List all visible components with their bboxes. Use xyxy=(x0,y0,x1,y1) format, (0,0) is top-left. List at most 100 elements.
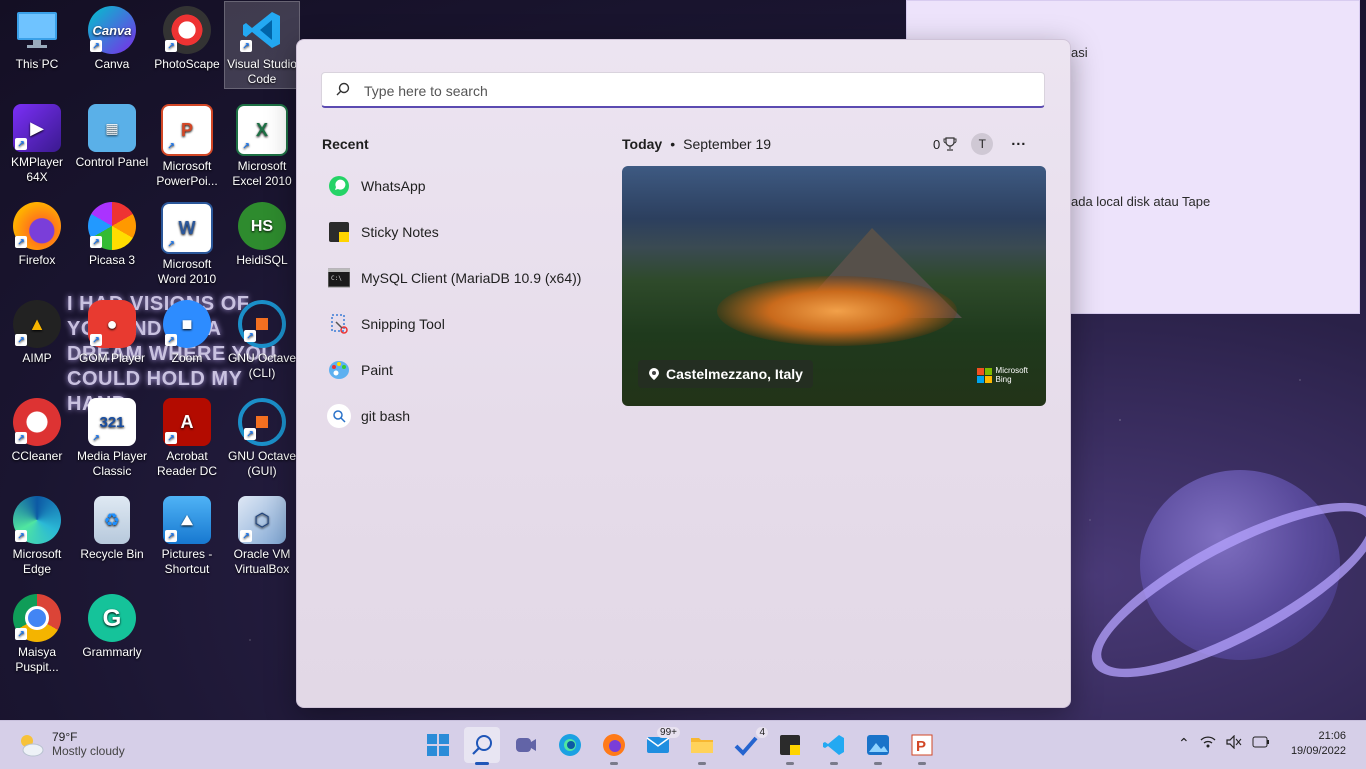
weather-description: Mostly cloudy xyxy=(52,744,125,758)
desktop-icon-gom-player[interactable]: ● ↗ GOM Player xyxy=(75,296,149,366)
search-input[interactable] xyxy=(362,73,1026,109)
partly-cloudy-icon xyxy=(21,735,44,757)
desktop-icon-this-pc[interactable]: This PC xyxy=(0,2,74,72)
word-icon: W ↗ xyxy=(161,202,213,254)
desktop-icon-media-player-classic[interactable]: 321 ↗ Media Player Classic xyxy=(75,394,149,479)
location-chip[interactable]: Castelmezzano, Italy xyxy=(638,360,813,388)
microsoft-logo-icon xyxy=(976,367,992,383)
edge-icon xyxy=(559,734,581,756)
user-avatar[interactable]: T xyxy=(971,133,994,155)
desktop-icon-pictures-shortcut[interactable]: ⛰ ↗ Pictures - Shortcut xyxy=(150,492,224,577)
desktop-icon-firefox[interactable]: ↗ Firefox xyxy=(0,198,74,268)
pictures-folder-icon: ⛰ ↗ xyxy=(163,496,211,544)
desktop-icon-chrome-profile[interactable]: ↗ Maisya Puspit... xyxy=(0,590,74,675)
rewards-points[interactable]: 0 xyxy=(933,137,957,152)
clock-date: 19/09/2022 xyxy=(1290,745,1346,757)
taskbar-file-explorer[interactable] xyxy=(684,727,720,765)
desktop-icon-virtualbox[interactable]: ⬡ ↗ Oracle VM VirtualBox xyxy=(225,492,299,577)
terminal-icon: C:\ xyxy=(327,266,351,290)
recent-item-git-bash[interactable]: git bash xyxy=(327,398,597,434)
recent-item-whatsapp[interactable]: WhatsApp xyxy=(327,168,597,204)
desktop-icon-photoscape[interactable]: ↗ PhotoScape xyxy=(150,2,224,72)
desktop-icon-aimp[interactable]: ▲ ↗ AIMP xyxy=(0,296,74,366)
taskbar-vscode[interactable] xyxy=(816,727,852,765)
taskbar-teams-chat[interactable] xyxy=(508,727,544,763)
volume-muted-icon[interactable] xyxy=(1226,734,1242,752)
desktop-icon-recycle-bin[interactable]: ♻ Recycle Bin xyxy=(75,492,149,562)
taskbar-todo[interactable]: 4 xyxy=(728,727,768,763)
clock-time: 21:06 xyxy=(1318,730,1346,742)
recent-heading: Recent xyxy=(322,136,369,152)
search-result-icon xyxy=(327,404,351,428)
desktop-icon-control-panel[interactable]: ▦ Control Panel xyxy=(75,100,149,170)
search-box[interactable] xyxy=(321,72,1045,109)
aimp-icon: ▲ ↗ xyxy=(13,300,61,348)
desktop-icon-octave-cli[interactable]: ↗ GNU Octave (CLI) xyxy=(225,296,299,381)
photoscape-icon: ↗ xyxy=(163,6,211,54)
start-button[interactable] xyxy=(420,727,456,763)
desktop-icon-picasa[interactable]: ↗ Picasa 3 xyxy=(75,198,149,268)
today-date: September 19 xyxy=(683,136,772,152)
desktop-icon-word[interactable]: W ↗ Microsoft Word 2010 xyxy=(150,198,224,287)
location-pin-icon xyxy=(649,368,659,380)
svg-text:C:\: C:\ xyxy=(331,275,342,282)
vscode-icon xyxy=(823,735,844,755)
chrome-icon: ↗ xyxy=(13,594,61,642)
more-options-button[interactable]: ··· xyxy=(1011,136,1026,153)
taskbar-powerpoint[interactable]: P xyxy=(904,727,940,765)
taskbar-sticky-notes[interactable] xyxy=(772,727,808,765)
taskbar-photos[interactable] xyxy=(860,727,896,765)
microsoft-bing-logo: Microsoft Bing xyxy=(976,366,1028,384)
desktop-icon-heidisql[interactable]: HS HeidiSQL xyxy=(225,198,299,268)
today-actions: 0 T ··· xyxy=(933,133,1026,155)
firefox-icon xyxy=(603,734,625,756)
taskbar-mail[interactable]: 99+ xyxy=(640,727,680,763)
taskbar-firefox[interactable] xyxy=(596,727,632,765)
octave-icon: ↗ xyxy=(238,398,286,446)
desktop-icon-acrobat[interactable]: A ↗ Acrobat Reader DC xyxy=(150,394,224,479)
desktop-icon-ccleaner[interactable]: ↗ CCleaner xyxy=(0,394,74,464)
desktop-icon-zoom[interactable]: ■ ↗ Zoom xyxy=(150,296,224,366)
desktop-icon-edge[interactable]: ↗ Microsoft Edge xyxy=(0,492,74,577)
search-icon xyxy=(472,735,492,755)
desktop-icon-grammarly[interactable]: G Grammarly xyxy=(75,590,149,660)
desktop-icon-canva[interactable]: Canva ↗ Canva xyxy=(75,2,149,72)
todo-badge: 4 xyxy=(756,727,768,738)
mpc-icon: 321 ↗ xyxy=(88,398,136,446)
octave-icon: ↗ xyxy=(238,300,286,348)
bing-daily-image[interactable]: Castelmezzano, Italy Microsoft Bing xyxy=(622,166,1046,406)
desktop-icon-powerpoint[interactable]: P ↗ Microsoft PowerPoi... xyxy=(150,100,224,189)
checkmark-icon xyxy=(734,736,758,756)
search-panel: Recent WhatsApp Sticky Notes C:\ MySQL C… xyxy=(296,39,1071,708)
taskbar-edge[interactable] xyxy=(552,727,588,763)
battery-icon[interactable] xyxy=(1252,736,1270,751)
svg-text:P: P xyxy=(916,738,926,755)
acrobat-icon: A ↗ xyxy=(163,398,211,446)
chat-camera-icon xyxy=(516,738,536,752)
sticky-note-line-1: asi xyxy=(1071,45,1088,60)
recent-item-snipping-tool[interactable]: Snipping Tool xyxy=(327,306,597,342)
gom-player-icon: ● ↗ xyxy=(88,300,136,348)
windows-logo-icon xyxy=(427,734,449,756)
desktop-icon-octave-gui[interactable]: ↗ GNU Octave (GUI) xyxy=(225,394,299,479)
vscode-icon: ↗ xyxy=(238,6,286,54)
recent-item-mysql-client[interactable]: C:\ MySQL Client (MariaDB 10.9 (x64)) xyxy=(327,260,597,296)
taskbar: 79°F Mostly cloudy 99+ 4 P ⌃ 21:06 19/09/… xyxy=(0,720,1366,769)
ccleaner-icon: ↗ xyxy=(13,398,61,446)
mail-icon xyxy=(646,737,670,753)
paint-palette-icon xyxy=(327,358,351,382)
whatsapp-icon xyxy=(327,174,351,198)
desktop-icon-kmplayer[interactable]: ▶ ↗ KMPlayer 64X xyxy=(0,100,74,185)
wifi-icon[interactable] xyxy=(1200,735,1216,752)
desktop-icon-vscode[interactable]: ↗ Visual Studio Code xyxy=(224,1,300,89)
desktop-icon-excel[interactable]: X ↗ Microsoft Excel 2010 xyxy=(225,100,299,189)
system-tray: ⌃ xyxy=(1178,734,1270,752)
clock[interactable]: 21:06 19/09/2022 xyxy=(1291,729,1346,759)
weather-widget[interactable]: 79°F Mostly cloudy xyxy=(16,730,125,760)
recent-item-sticky-notes[interactable]: Sticky Notes xyxy=(327,214,597,250)
taskbar-search-button[interactable] xyxy=(464,727,500,765)
firefox-icon: ↗ xyxy=(13,202,61,250)
show-hidden-icons-chevron-icon[interactable]: ⌃ xyxy=(1178,735,1190,752)
scissors-icon xyxy=(327,312,351,336)
recent-item-paint[interactable]: Paint xyxy=(327,352,597,388)
